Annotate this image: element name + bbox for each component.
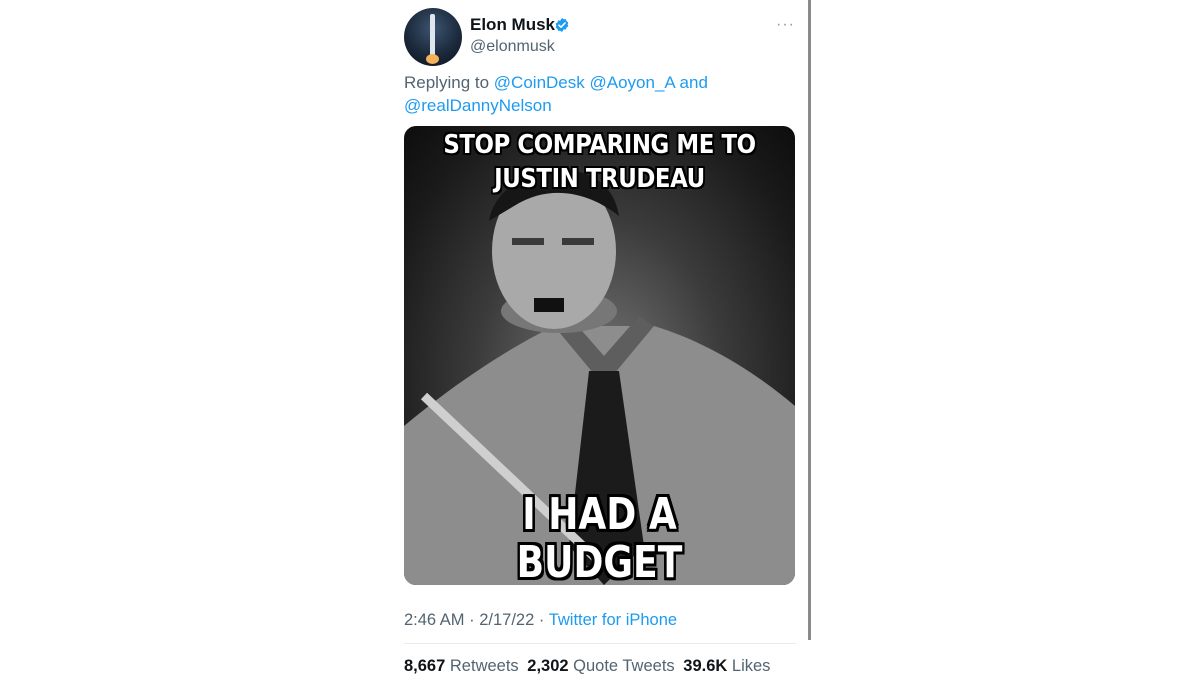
mention-aoyon[interactable]: @Aoyon_A	[589, 73, 674, 92]
author-name[interactable]: Elon Musk	[470, 15, 555, 35]
more-dots-icon[interactable]: ···	[776, 16, 795, 34]
replying-to-label: Replying to	[404, 73, 490, 92]
quotes-stat[interactable]: 2,302 Quote Tweets	[527, 657, 674, 675]
rocket-icon	[430, 14, 435, 56]
mention-joiner[interactable]: and	[680, 73, 708, 92]
tweet-stats: 8,667 Retweets 2,302 Quote Tweets 39.6K …	[404, 656, 770, 676]
meta-separator: ·	[469, 611, 475, 629]
retweets-label: Retweets	[449, 657, 519, 675]
verified-badge-icon	[555, 18, 569, 32]
tweet-date[interactable]: 2/17/22	[479, 611, 534, 629]
avatar[interactable]	[404, 8, 462, 66]
tweet-time[interactable]: 2:46 AM	[404, 611, 465, 629]
quotes-count: 2,302	[527, 657, 569, 675]
meme-bottom-caption: I HAD A BUDGET	[516, 489, 683, 586]
tweet: Elon Musk @elonmusk ··· Replying to @Coi…	[404, 0, 796, 677]
divider	[404, 643, 796, 644]
quotes-label: Quote Tweets	[573, 657, 675, 675]
mention-realdannynelson[interactable]: @realDannyNelson	[404, 96, 552, 115]
replying-to: Replying to @CoinDesk @Aoyon_A and @real…	[404, 71, 784, 117]
tweet-media-image[interactable]: STOP COMPARING ME TO JUSTIN TRUDEAU I HA…	[404, 126, 795, 585]
retweets-count: 8,667	[404, 657, 446, 675]
author-handle[interactable]: @elonmusk	[470, 37, 555, 57]
likes-stat[interactable]: 39.6K Likes	[683, 657, 770, 675]
scroll-divider	[808, 0, 811, 640]
retweets-stat[interactable]: 8,667 Retweets	[404, 657, 519, 675]
flame-icon	[426, 54, 439, 64]
mention-coindesk[interactable]: @CoinDesk	[494, 73, 585, 92]
likes-count: 39.6K	[683, 657, 728, 675]
tweet-source[interactable]: Twitter for iPhone	[549, 611, 677, 629]
meta-separator: ·	[538, 611, 545, 629]
meme-top-caption: STOP COMPARING ME TO JUSTIN TRUDEAU	[443, 130, 756, 194]
likes-label: Likes	[731, 657, 771, 675]
tweet-meta: 2:46 AM · 2/17/22 · Twitter for iPhone	[404, 610, 677, 630]
